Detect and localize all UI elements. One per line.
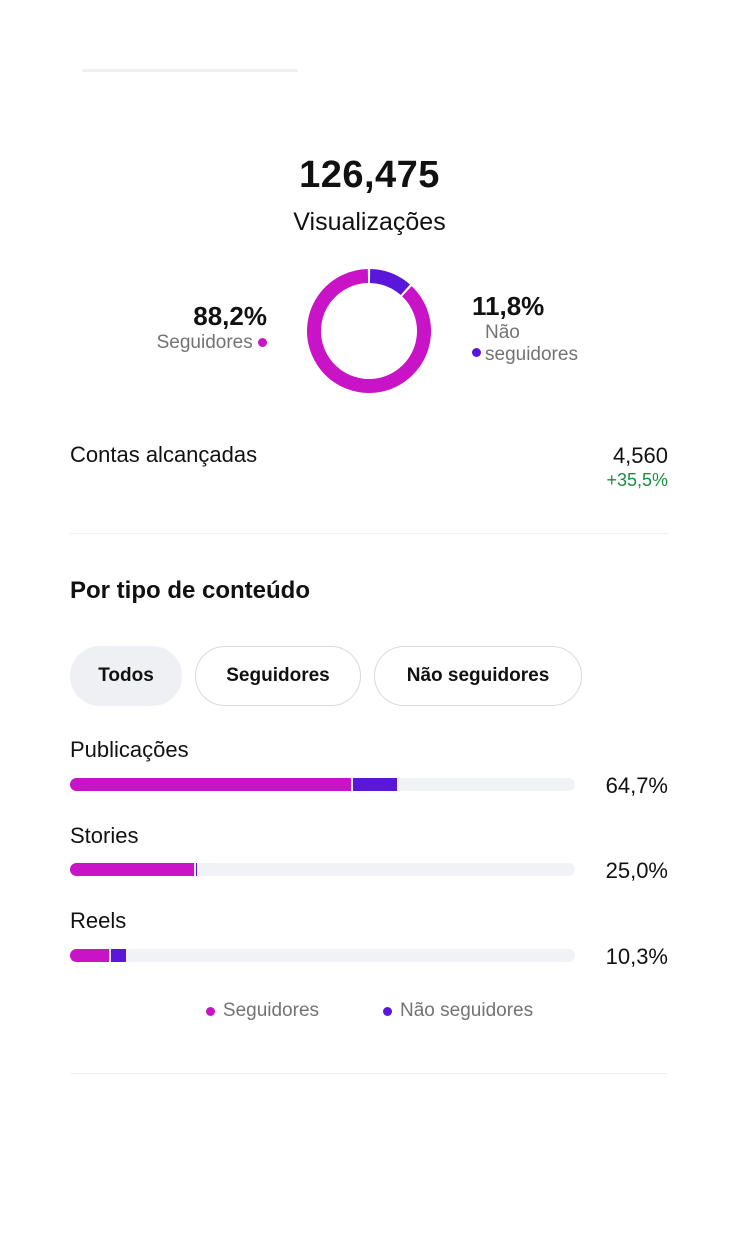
accounts-reached-change: +35,5% — [606, 470, 668, 490]
followers-dot-icon — [258, 338, 267, 348]
total-views-value: 126,475 — [299, 154, 440, 196]
content-legend: Seguidores Não seguidores — [0, 1000, 739, 1022]
bar-segment-non-followers — [352, 778, 397, 791]
tab-nao-seguidores[interactable]: Não seguidores — [374, 646, 582, 706]
content-row-percent: 10,3% — [605, 944, 668, 969]
followers-stat: 88,2% Seguidores — [157, 300, 267, 354]
legend-label-non-followers: Não seguidores — [400, 1000, 534, 1021]
legend-item-non-followers: Não seguidores — [383, 1000, 533, 1022]
tab-todos[interactable]: Todos — [70, 646, 182, 706]
total-views-label: Visualizações — [293, 208, 446, 236]
donut-segment-followers — [307, 269, 431, 393]
content-row-bar — [70, 949, 575, 962]
bar-segment-followers — [70, 949, 109, 962]
tab-seguidores[interactable]: Seguidores — [195, 646, 361, 706]
content-row-percent: 25,0% — [605, 858, 668, 883]
content-row-label: Publicações — [70, 737, 189, 762]
followers-percent: 88,2% — [193, 301, 267, 331]
bottom-divider — [70, 1073, 668, 1074]
legend-label-followers: Seguidores — [222, 1000, 320, 1021]
content-row-bar — [70, 863, 575, 876]
donut-segment-non-followers — [369, 269, 410, 296]
non-followers-dot-icon — [472, 348, 481, 357]
content-filter-tabs: Todos Seguidores Não seguidores — [70, 646, 582, 706]
followers-dot-icon — [205, 1006, 215, 1016]
bar-segment-followers — [70, 778, 351, 791]
bar-segment-non-followers — [110, 949, 126, 962]
content-row-percent: 64,7% — [605, 773, 668, 798]
content-row-label: Reels — [70, 908, 127, 933]
section-divider — [70, 533, 668, 534]
bar-segment-non-followers — [196, 863, 198, 876]
audience-donut-chart — [307, 269, 431, 393]
followers-label-row: Seguidores — [157, 332, 267, 354]
non-followers-dot-icon — [383, 1006, 393, 1016]
non-followers-stat: 11,8% Não seguidores — [472, 290, 605, 366]
content-row-bar — [70, 778, 575, 791]
accounts-reached-label: Contas alcançadas — [70, 442, 258, 467]
accounts-reached-value: 4,560 — [612, 443, 668, 468]
non-followers-percent: 11,8% — [472, 291, 545, 321]
top-divider — [82, 69, 298, 72]
followers-label: Seguidores — [156, 332, 253, 353]
non-followers-label: Não seguidores — [485, 322, 578, 365]
content-row-label: Stories — [70, 823, 139, 848]
bar-segment-followers — [70, 863, 195, 876]
legend-item-followers: Seguidores — [205, 1000, 320, 1022]
content-type-title: Por tipo de conteúdo — [70, 577, 310, 604]
non-followers-label-row: Não seguidores — [472, 322, 605, 366]
